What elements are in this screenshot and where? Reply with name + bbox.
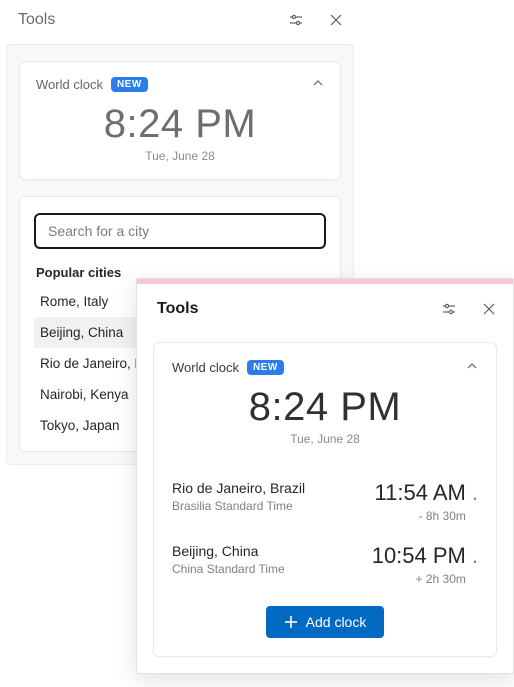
world-clock-list: Rio de Janeiro, Brazil Brasilia Standard… [172,472,478,598]
plus-icon [284,615,298,629]
close-icon[interactable] [469,294,509,324]
more-dot-icon[interactable]: . [472,480,478,504]
primary-clock-time: 8:24 PM [36,102,324,147]
world-clock-card: World clock NEW 8:24 PM Tue, June 28 Rio… [153,342,497,657]
row-time: 10:54 PM [372,543,466,569]
add-clock-label: Add clock [306,614,367,630]
panel-title: Tools [157,300,198,318]
row-timezone: China Standard Time [172,562,372,576]
world-clock-row[interactable]: Beijing, China China Standard Time 10:54… [172,535,478,598]
city-search-input[interactable] [34,213,326,249]
new-badge: NEW [247,360,284,375]
row-offset: - 8h 30m [375,509,466,523]
primary-clock: 8:24 PM Tue, June 28 [172,385,478,446]
settings-sliders-icon[interactable] [276,5,316,35]
more-dot-icon[interactable]: . [472,543,478,567]
panel-header: Tools [0,0,360,38]
world-clock-header[interactable]: World clock NEW [36,76,324,92]
row-city: Beijing, China [172,543,372,559]
primary-clock-date: Tue, June 28 [36,149,324,163]
row-time: 11:54 AM [375,480,466,506]
row-timezone: Brasilia Standard Time [172,499,375,513]
add-clock-button[interactable]: Add clock [266,606,385,638]
close-icon[interactable] [316,5,356,35]
chevron-up-icon[interactable] [466,359,478,375]
world-clock-header[interactable]: World clock NEW [172,359,478,375]
panel-title: Tools [18,11,55,29]
world-clock-row[interactable]: Rio de Janeiro, Brazil Brasilia Standard… [172,472,478,535]
primary-clock: 8:24 PM Tue, June 28 [36,102,324,163]
row-offset: + 2h 30m [372,572,466,586]
settings-sliders-icon[interactable] [429,294,469,324]
primary-clock-time: 8:24 PM [172,385,478,430]
chevron-up-icon[interactable] [312,76,324,92]
world-clock-card: World clock NEW 8:24 PM Tue, June 28 [19,61,341,180]
panel-header: Tools [137,284,513,332]
row-city: Rio de Janeiro, Brazil [172,480,375,496]
primary-clock-date: Tue, June 28 [172,432,478,446]
new-badge: NEW [111,77,148,92]
tools-panel-foreground: Tools World clock NEW [136,278,514,674]
world-clock-label: World clock [36,77,103,92]
world-clock-label: World clock [172,360,239,375]
